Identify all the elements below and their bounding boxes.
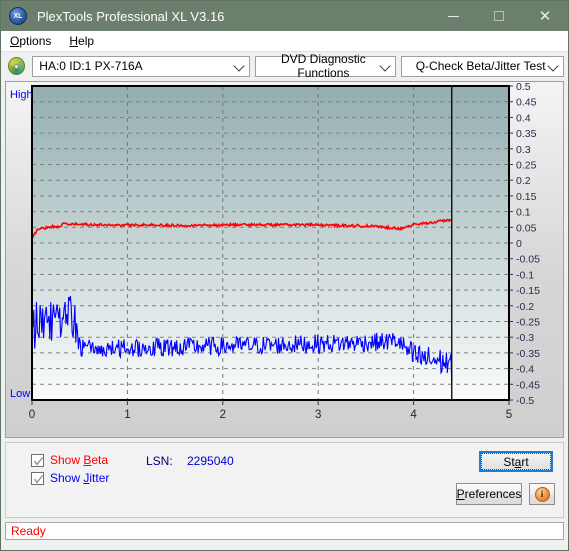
maximize-icon[interactable] (476, 1, 522, 31)
graph-low-label: Low (10, 388, 31, 400)
svg-text:5: 5 (506, 409, 512, 421)
preferences-button-label: Preferences (456, 487, 522, 501)
drive-select-value: HA:0 ID:1 PX-716A (39, 59, 143, 73)
svg-text:0.45: 0.45 (516, 97, 537, 109)
menu-options[interactable]: Options (1, 32, 60, 50)
svg-text:2: 2 (220, 409, 226, 421)
svg-text:0: 0 (516, 238, 522, 250)
svg-text:-0.05: -0.05 (516, 254, 540, 266)
preferences-button[interactable]: Preferences (456, 483, 522, 505)
svg-text:0.05: 0.05 (516, 222, 537, 234)
window-title: PlexTools Professional XL V3.16 (37, 8, 225, 24)
show-jitter-row[interactable]: Show Jitter (31, 471, 109, 485)
svg-text:-0.15: -0.15 (516, 285, 540, 297)
svg-text:-0.25: -0.25 (516, 317, 540, 329)
show-beta-checkbox[interactable] (31, 453, 44, 467)
status-bar: Ready (5, 522, 564, 540)
svg-text:0.4: 0.4 (516, 112, 531, 124)
svg-text:-0.45: -0.45 (516, 379, 540, 391)
function-select-value: DVD Diagnostic Functions (281, 52, 366, 80)
svg-text:0.15: 0.15 (516, 191, 537, 203)
graph-high-label: High (10, 89, 33, 101)
svg-text:-0.1: -0.1 (516, 269, 534, 281)
svg-text:0.25: 0.25 (516, 160, 537, 172)
svg-text:0.1: 0.1 (516, 207, 531, 219)
svg-text:1: 1 (124, 409, 130, 421)
info-icon: i (534, 486, 550, 502)
info-button[interactable]: i (529, 483, 555, 505)
app-window: XL PlexTools Professional XL V3.16 ✕ Opt… (0, 0, 569, 551)
svg-text:0: 0 (29, 409, 35, 421)
start-button[interactable]: St a rt (479, 451, 553, 472)
show-beta-row[interactable]: Show Beta (31, 453, 108, 467)
svg-text:0.3: 0.3 (516, 144, 531, 156)
lsn-label: LSN: (146, 454, 173, 468)
svg-text:-0.5: -0.5 (516, 395, 534, 407)
svg-text:-0.4: -0.4 (516, 364, 534, 376)
menu-bar: Options Help (1, 31, 568, 52)
drive-select[interactable]: HA:0 ID:1 PX-716A (32, 55, 250, 77)
beta-jitter-chart: 0.5 0.45 0.4 0.35 0.3 0.25 0.2 0.15 0.1 0.05 0 -0.0… (29, 82, 540, 421)
function-select[interactable]: DVD Diagnostic Functions (254, 52, 397, 80)
menu-help[interactable]: Help (60, 32, 103, 50)
xl-app-icon: XL (9, 7, 27, 25)
show-beta-label: Show Beta (50, 453, 109, 467)
svg-text:-0.35: -0.35 (516, 348, 540, 360)
svg-text:0.5: 0.5 (516, 82, 531, 93)
minimize-icon[interactable] (430, 1, 476, 31)
svg-text:4: 4 (410, 409, 417, 421)
test-select-value: Q-Check Beta/Jitter Test (415, 59, 546, 73)
show-jitter-label: Show Jitter (50, 471, 110, 485)
svg-text:-0.2: -0.2 (516, 301, 534, 313)
lsn-value: 2295040 (187, 454, 234, 468)
graph-panel: High Low 0.5 0.45 0.4 0.35 0.3 0.25 0.2 0.15 0.1… (5, 81, 564, 438)
test-select[interactable]: Q-Check Beta/Jitter Test (401, 55, 565, 77)
window-controls: ✕ (430, 1, 568, 31)
optical-disc-icon (8, 57, 26, 75)
chevron-down-icon (232, 60, 245, 72)
close-icon[interactable]: ✕ (522, 1, 568, 31)
title-bar: XL PlexTools Professional XL V3.16 ✕ (1, 1, 568, 31)
svg-text:-0.3: -0.3 (516, 332, 534, 344)
toolbar: HA:0 ID:1 PX-716A DVD Diagnostic Functio… (1, 52, 568, 80)
show-jitter-checkbox[interactable] (31, 471, 44, 485)
controls-panel: Show Beta Show Jitter LSN: 2295040 St a rt… (5, 442, 564, 518)
svg-text:0.35: 0.35 (516, 128, 537, 140)
svg-text:0.2: 0.2 (516, 175, 531, 187)
start-button-label: St a rt (481, 453, 551, 470)
svg-text:3: 3 (315, 409, 321, 421)
status-text: Ready (11, 524, 46, 538)
